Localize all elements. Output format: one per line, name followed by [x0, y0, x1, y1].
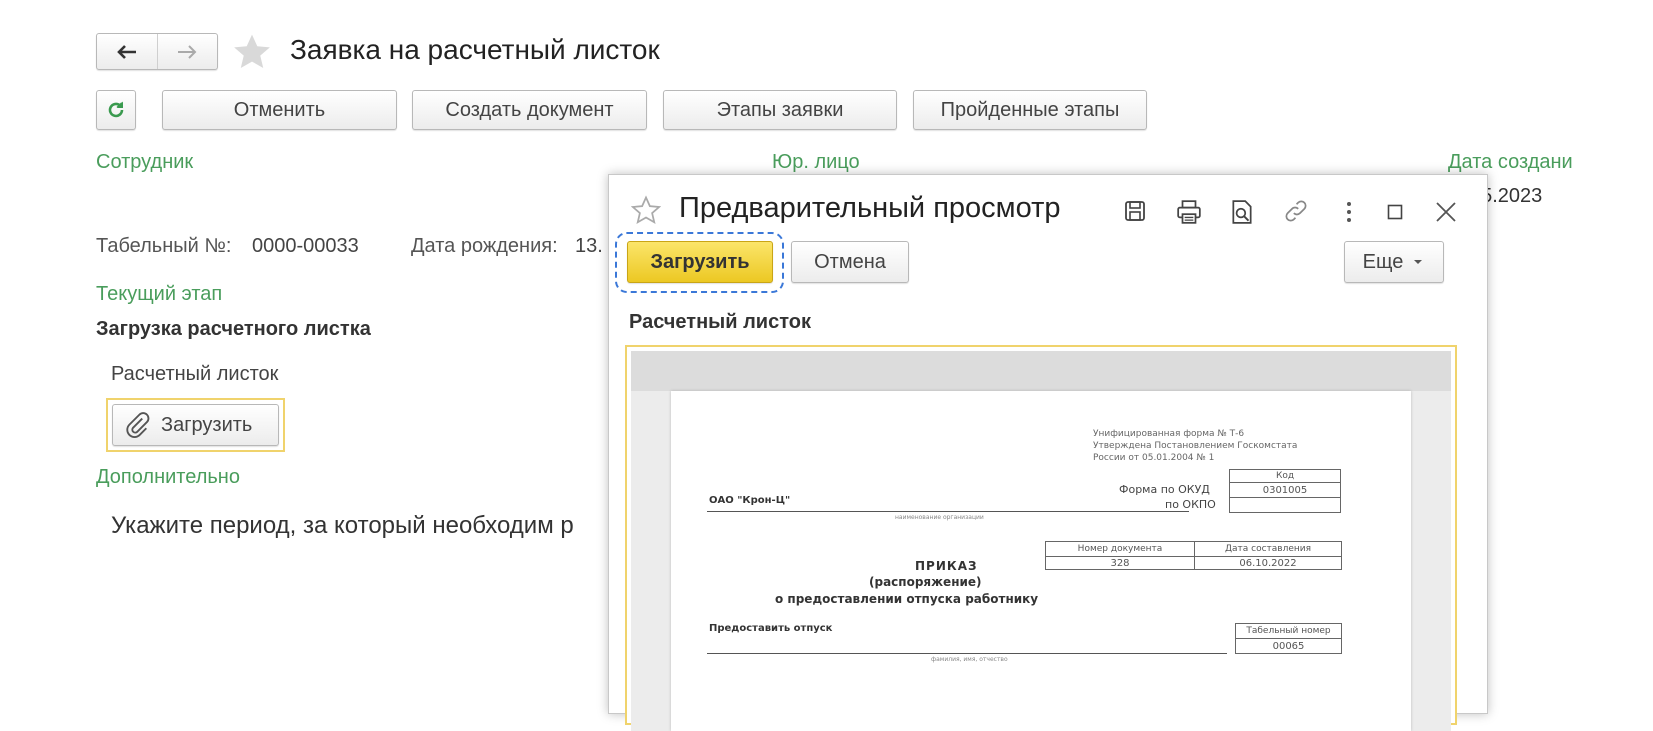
- employee-label: Сотрудник: [96, 151, 194, 173]
- cancel-button[interactable]: Отменить: [162, 90, 397, 130]
- preview-side-left: [631, 391, 671, 731]
- refresh-button[interactable]: [96, 90, 136, 130]
- page-title: Заявка на расчетный листок: [290, 34, 660, 65]
- order-title: ПРИКАЗ: [915, 559, 978, 573]
- organization-underline: [707, 511, 1189, 512]
- creation-date-label: Дата создани: [1448, 151, 1573, 173]
- birth-date-value: 13.: [575, 235, 603, 257]
- save-icon[interactable]: [1123, 199, 1147, 223]
- star-outline-icon[interactable]: [631, 195, 661, 225]
- refresh-icon: [108, 101, 124, 118]
- chevron-down-icon: [1414, 260, 1423, 264]
- print-icon[interactable]: [1176, 199, 1202, 225]
- upload-button[interactable]: Загрузить: [112, 404, 279, 446]
- maximize-icon[interactable]: [1387, 204, 1403, 220]
- forward-button[interactable]: [158, 34, 218, 69]
- additional-label: Дополнительно: [96, 466, 240, 488]
- name-underline: [707, 653, 1227, 654]
- okud-label: Форма по ОКУД: [1119, 483, 1210, 496]
- doc-number-value: 328: [1045, 556, 1195, 570]
- preview-gray-band: [631, 351, 1451, 391]
- doc-date-header: Дата составления: [1194, 541, 1342, 557]
- star-icon[interactable]: [232, 33, 272, 71]
- organization-name: ОАО "Крон-Ц": [709, 495, 791, 506]
- more-button-label: Еще: [1362, 250, 1404, 273]
- form-header-line-1: Унифицированная форма № Т-6: [1093, 429, 1245, 439]
- payslip-label: Расчетный листок: [111, 363, 279, 385]
- document-page: Унифицированная форма № Т-6 Утверждена П…: [671, 391, 1411, 731]
- more-actions-icon[interactable]: [1345, 201, 1353, 223]
- current-stage-value: Загрузка расчетного листка: [96, 318, 371, 340]
- dialog-upload-button[interactable]: Загрузить: [627, 241, 773, 283]
- dialog-cancel-button[interactable]: Отмена: [791, 241, 909, 283]
- section-label: Расчетный листок: [629, 311, 811, 333]
- order-subtitle: (распоряжение): [869, 575, 982, 589]
- preview-dialog: Предварительный просмотр Загрузить Отмен…: [608, 174, 1488, 731]
- doc-date-value: 06.10.2022: [1194, 556, 1342, 570]
- organization-caption: наименование организации: [895, 514, 984, 521]
- navigation-buttons: [96, 33, 218, 70]
- birth-date-label: Дата рождения:: [411, 235, 558, 257]
- form-header-line-3: России от 05.01.2004 № 1: [1093, 453, 1215, 463]
- close-icon[interactable]: [1435, 201, 1457, 223]
- name-caption: фамилия, имя, отчество: [931, 656, 1008, 663]
- okpo-label: по ОКПО: [1165, 498, 1216, 511]
- tab-number-value: 0000-00033: [252, 235, 359, 257]
- tab-number-value-cell: 00065: [1235, 638, 1342, 654]
- back-button[interactable]: [97, 34, 158, 69]
- tab-number-label: Табельный №:: [96, 235, 232, 257]
- paperclip-icon: [126, 412, 150, 438]
- legal-entity-label: Юр. лицо: [772, 151, 860, 173]
- code-header-cell: Код: [1229, 469, 1341, 483]
- tab-number-header: Табельный номер: [1235, 623, 1342, 639]
- dialog-more-button[interactable]: Еще: [1344, 241, 1444, 283]
- create-document-button[interactable]: Создать документ: [412, 90, 647, 130]
- preview-side-right: [1411, 391, 1451, 731]
- document-preview-frame[interactable]: Унифицированная форма № Т-6 Утверждена П…: [625, 345, 1457, 731]
- passed-stages-button[interactable]: Пройденные этапы: [913, 90, 1147, 130]
- dialog-title: Предварительный просмотр: [679, 192, 1061, 224]
- current-stage-label: Текущий этап: [96, 283, 223, 305]
- okud-value-cell: 0301005: [1229, 482, 1341, 498]
- link-icon[interactable]: [1283, 198, 1309, 224]
- request-stages-button[interactable]: Этапы заявки: [663, 90, 897, 130]
- arrow-right-icon: [178, 44, 197, 59]
- order-description: о предоставлении отпуска работнику: [775, 592, 1039, 606]
- grant-leave-label: Предоставить отпуск: [709, 623, 833, 634]
- print-preview-icon[interactable]: [1229, 199, 1255, 225]
- doc-number-header: Номер документа: [1045, 541, 1195, 557]
- okpo-value-cell: [1229, 497, 1341, 513]
- form-header-line-2: Утверждена Постановлением Госкомстата: [1093, 441, 1298, 451]
- upload-button-label: Загрузить: [161, 413, 253, 436]
- arrow-left-icon: [116, 44, 136, 59]
- period-text: Укажите период, за который необходим р: [111, 512, 574, 539]
